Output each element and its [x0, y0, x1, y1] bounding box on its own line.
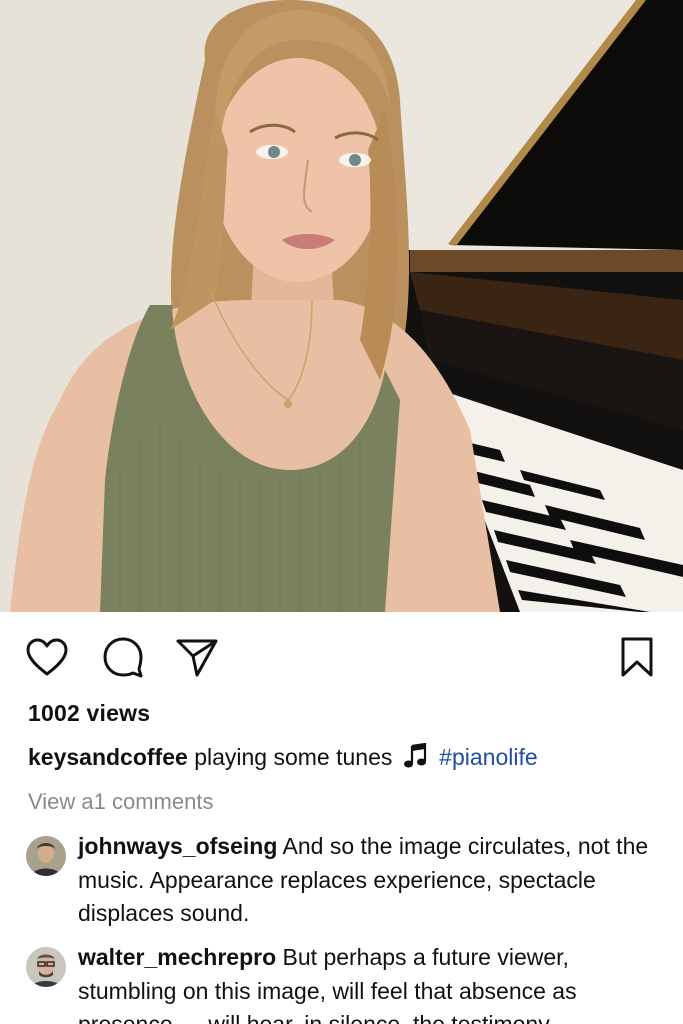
comment-item: johnways_ofseing And so the image circul…: [26, 830, 656, 940]
like-button[interactable]: [24, 634, 70, 680]
heart-icon: [26, 638, 68, 676]
caption-hashtag[interactable]: #pianolife: [439, 744, 537, 770]
comment-body: walter_mechrepro But perhaps a future vi…: [78, 941, 668, 1024]
bookmark-icon: [621, 637, 653, 677]
comment-button[interactable]: [100, 634, 146, 680]
avatar[interactable]: [26, 836, 66, 876]
comment-bubble-icon: [103, 637, 143, 678]
photo-illustration: [0, 0, 683, 612]
music-note-icon: [403, 742, 429, 772]
view-comments-link[interactable]: View a1 comments: [28, 789, 213, 815]
avatar[interactable]: [26, 947, 66, 987]
caption-username[interactable]: keysandcoffee: [28, 744, 188, 770]
post-photo[interactable]: [0, 0, 683, 612]
save-button[interactable]: [614, 634, 660, 680]
action-bar: [0, 628, 683, 684]
comment-username[interactable]: walter_mechrepro: [78, 944, 276, 970]
view-count: 1002 views: [28, 700, 151, 726]
post-caption: keysandcoffee playing some tunes #pianol…: [28, 742, 668, 772]
comment-item: walter_mechrepro But perhaps a future vi…: [26, 941, 656, 1024]
share-button[interactable]: [174, 634, 220, 680]
comment-body: johnways_ofseing And so the image circul…: [78, 830, 668, 931]
comment-username[interactable]: johnways_ofseing: [78, 833, 277, 859]
paper-plane-icon: [176, 639, 218, 677]
caption-text: playing some tunes: [194, 744, 393, 770]
